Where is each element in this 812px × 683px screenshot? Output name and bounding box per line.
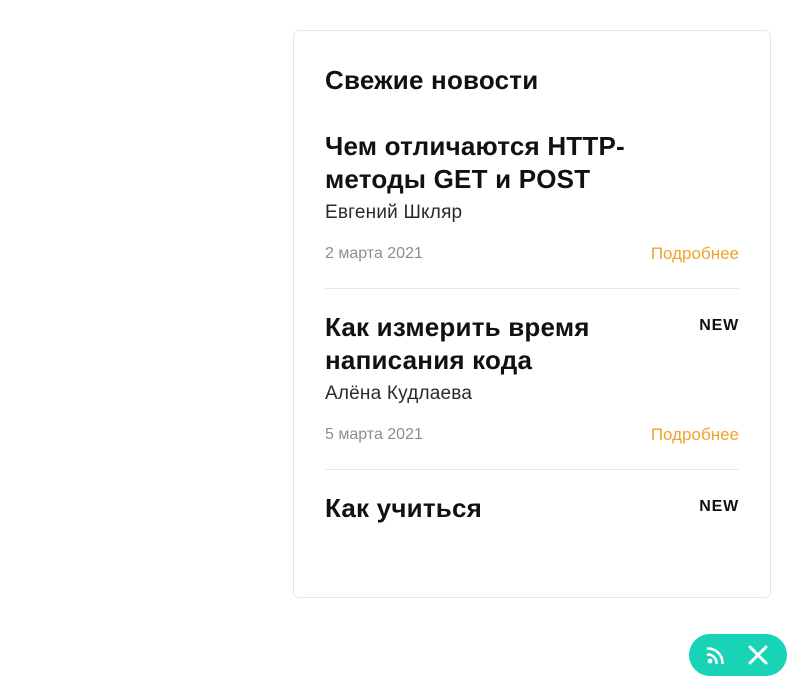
close-icon [748,645,768,665]
news-card: Свежие новости Чем отличаются HTTP-метод… [293,30,771,598]
news-item-date: 5 марта 2021 [325,426,423,443]
news-list: Чем отличаются HTTP-методы GET и POST Ев… [325,130,739,525]
news-item-meta: 2 марта 2021 Подробнее [325,244,739,264]
rss-button[interactable] [703,642,729,668]
page: Свежие новости Чем отличаются HTTP-метод… [0,0,812,683]
news-item-title[interactable]: Как учиться [325,492,482,525]
close-button[interactable] [745,642,771,668]
news-item-date: 2 марта 2021 [325,245,423,262]
news-item-title[interactable]: Чем отличаются HTTP-методы GET и POST [325,130,665,196]
news-item-author: Евгений Шкляр [325,202,463,223]
new-badge: NEW [699,498,739,515]
news-item-head: Чем отличаются HTTP-методы GET и POST [325,130,739,196]
news-item: Чем отличаются HTTP-методы GET и POST Ев… [325,130,739,289]
more-link[interactable]: Подробнее [651,425,739,445]
news-item-head: Как учиться NEW [325,492,739,525]
news-item: Как учиться NEW [325,492,739,525]
news-card-title: Свежие новости [325,65,539,95]
news-item-head: Как измерить время написания кода NEW [325,311,739,377]
new-badge: NEW [699,317,739,334]
news-item-title[interactable]: Как измерить время написания кода [325,311,665,377]
news-item-author: Алёна Кудлаева [325,383,473,404]
more-link[interactable]: Подробнее [651,244,739,264]
news-item-meta: 5 марта 2021 Подробнее [325,425,739,445]
news-item: Как измерить время написания кода NEW Ал… [325,311,739,470]
floating-action-bar [689,634,787,676]
rss-icon [706,647,724,665]
